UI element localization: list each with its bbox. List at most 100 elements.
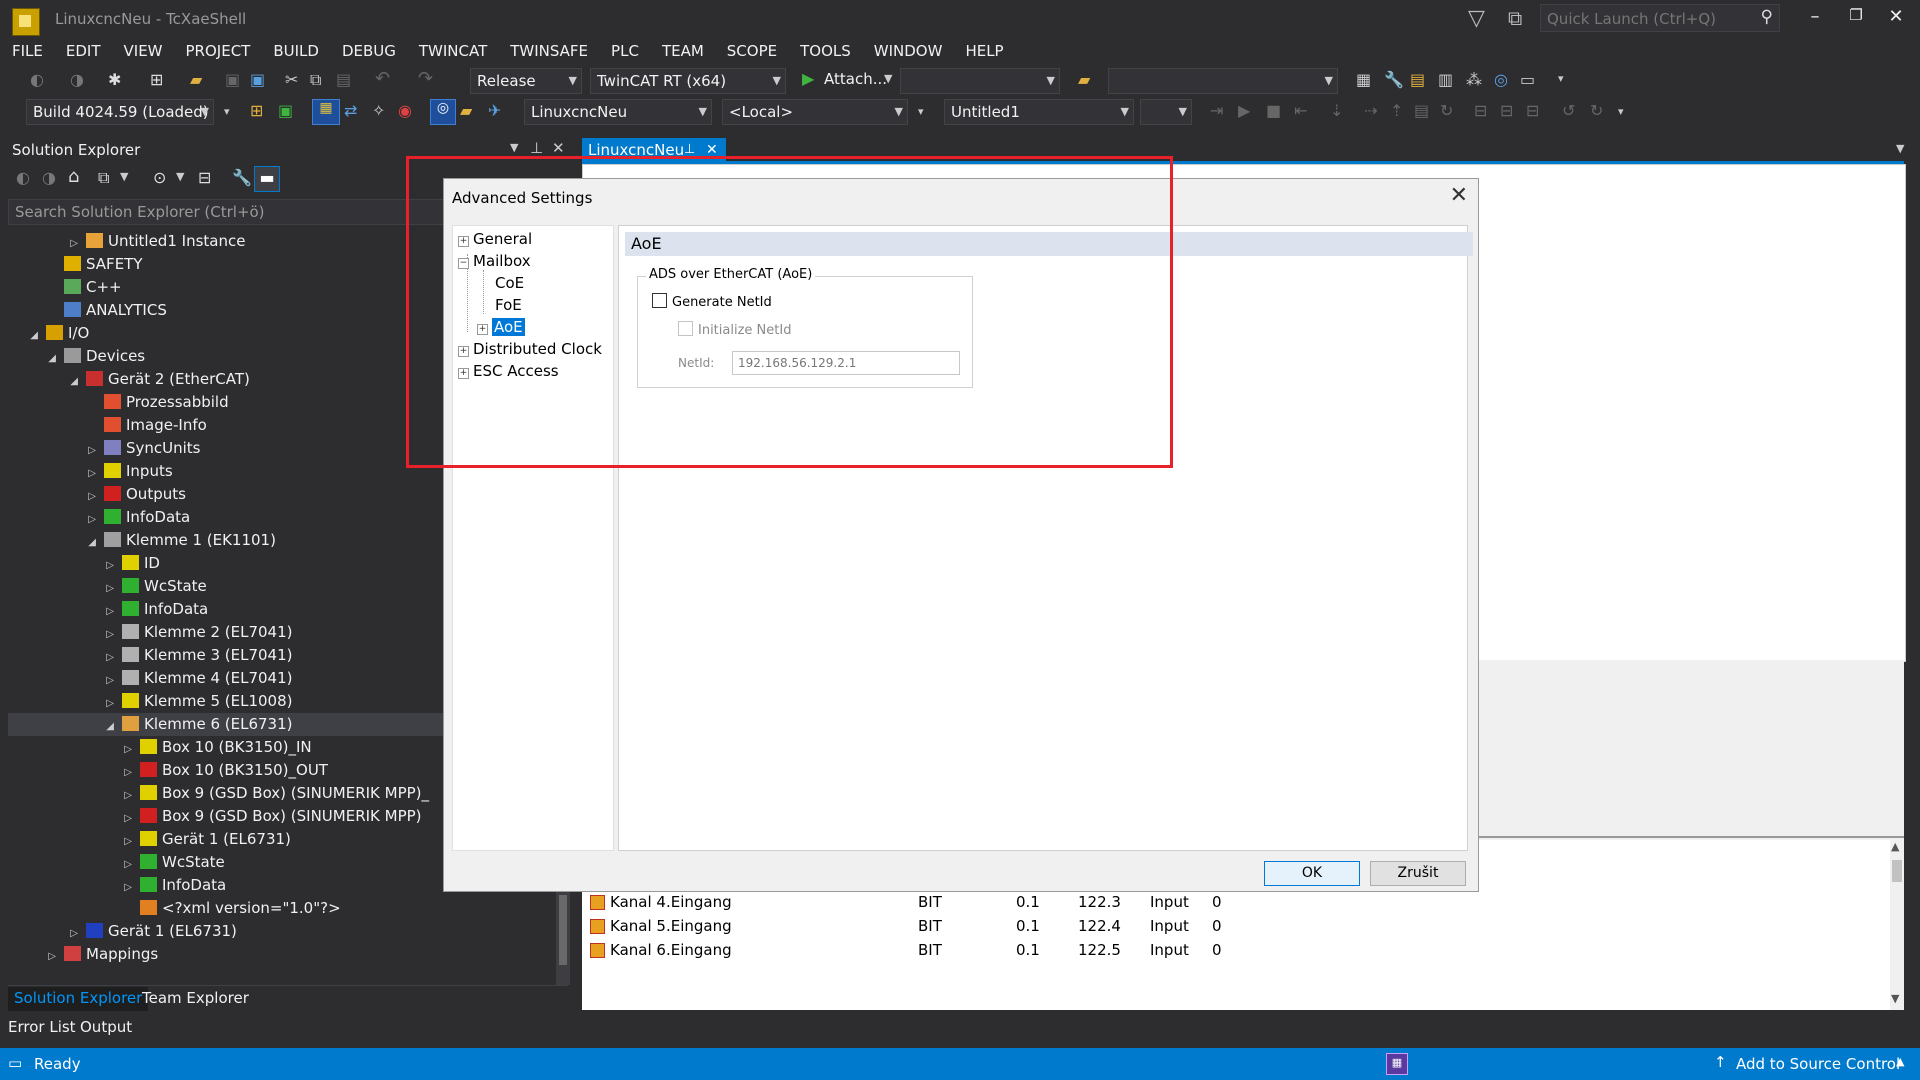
tree-node-toggle[interactable]: ▷ (8, 508, 96, 531)
save-all-icon[interactable]: ▣ (250, 70, 265, 89)
stop-plc-icon[interactable]: ■ (1266, 101, 1281, 120)
tree-scrollbar-thumb[interactable] (559, 895, 567, 965)
cut-icon[interactable]: ✂ (285, 70, 298, 89)
build-dropdown[interactable]: Build 4024.59 (Loaded) ▼ (26, 99, 214, 125)
dialog-close-button[interactable]: ✕ (1450, 183, 1468, 208)
reload-icon[interactable]: ⇄ (344, 101, 357, 120)
tab-error-list[interactable]: Error List (8, 1016, 76, 1038)
switch-views-dropdown-icon[interactable]: ▼ (120, 170, 128, 183)
attach-dropdown-icon[interactable]: ▼ (884, 72, 892, 85)
find-dropdown[interactable]: ▼ (1108, 68, 1338, 94)
tab-solution-explorer[interactable]: Solution Explorer (8, 987, 149, 1011)
tab-output[interactable]: Output (80, 1016, 132, 1038)
undo-plc-icon[interactable]: ↺ (1562, 101, 1575, 120)
toolbar-overflow-icon[interactable]: ▾ (224, 105, 230, 118)
tree-node-toggle[interactable]: ▷ (8, 692, 114, 715)
collapse-all-icon[interactable]: ⊟ (198, 168, 211, 187)
paste-icon[interactable]: ▤ (336, 70, 351, 89)
undo-icon[interactable]: ↶ (375, 68, 390, 89)
menu-build[interactable]: BUILD (261, 40, 330, 64)
notifications-icon[interactable]: ▦ (1386, 1053, 1408, 1075)
ok-button[interactable]: OK (1264, 861, 1360, 886)
new-project-icon[interactable]: ✱ (108, 70, 121, 89)
doc-list-icon[interactable]: ▼ (1896, 142, 1904, 155)
pin-icon[interactable]: ⊥ (530, 139, 543, 157)
tree-node-toggle[interactable]: ▷ (8, 439, 96, 462)
redo-icon[interactable]: ↷ (418, 68, 433, 89)
reset-icon[interactable]: ↻ (1440, 101, 1453, 120)
tree-node-toggle[interactable]: ▷ (8, 554, 114, 577)
menu-tools[interactable]: TOOLS (788, 40, 862, 64)
scroll-down-icon[interactable]: ▼ (1891, 992, 1899, 1005)
configuration-dropdown[interactable]: Release ▼ (470, 68, 582, 94)
login-icon[interactable]: ⇥ (1210, 101, 1223, 120)
write-values-icon[interactable]: ⊟ (1474, 101, 1487, 120)
tree-node-toggle[interactable]: ▷ (8, 232, 78, 255)
step-into-icon[interactable]: ⇣ (1330, 101, 1343, 120)
browser-icon[interactable]: ◎ (1494, 70, 1508, 89)
find-icon[interactable]: ▰ (1078, 70, 1090, 89)
grid-row[interactable]: Kanal 5.Eingang BIT 0.1 122.4 Input 0 (582, 914, 1882, 938)
scroll-up-icon[interactable]: ▲ (1891, 840, 1899, 853)
target-overflow-icon[interactable]: ▾ (918, 105, 924, 118)
copy-icon[interactable]: ⧉ (310, 70, 321, 90)
home-icon[interactable]: ⌂ (68, 166, 79, 187)
tree-node-toggle[interactable]: ▷ (8, 738, 132, 761)
panel-menu-icon[interactable]: ▼ (510, 141, 518, 154)
toolbox2-icon[interactable]: ▥ (1438, 70, 1453, 89)
tree-node-toggle[interactable]: ▷ (8, 646, 114, 669)
tree-node-toggle[interactable]: ◢ (8, 370, 78, 393)
menu-help[interactable]: HELP (953, 40, 1014, 64)
menu-window[interactable]: WINDOW (862, 40, 954, 64)
tree-node-toggle[interactable]: ◢ (8, 715, 114, 738)
se-back-icon[interactable]: ◐ (16, 168, 30, 187)
team-icon[interactable]: ⁂ (1466, 70, 1482, 89)
release-values-icon[interactable]: ⊟ (1526, 101, 1539, 120)
grid-scrollbar[interactable]: ▲ ▼ (1890, 840, 1904, 1010)
attach-target-dropdown[interactable]: ▼ (900, 68, 1060, 94)
grid-scroll-thumb[interactable] (1892, 860, 1902, 882)
redo-plc-icon[interactable]: ↻ (1590, 101, 1603, 120)
tree-node-toggle[interactable]: ◢ (8, 324, 38, 347)
attach-button[interactable]: Attach... (824, 70, 887, 88)
tree-node-toggle[interactable]: ▷ (8, 784, 132, 807)
toolbar2-customize-icon[interactable]: ▾ (1618, 105, 1624, 118)
step-over-icon[interactable]: ⇢ (1364, 101, 1377, 120)
tree-node-toggle[interactable]: ▷ (8, 485, 96, 508)
quick-launch-box[interactable]: ⚲ (1540, 4, 1780, 33)
tree-node[interactable]: ▷ Mappings (8, 943, 556, 966)
plc-instance-dropdown[interactable]: ▼ (1140, 99, 1192, 125)
back-icon[interactable]: ◐ (30, 70, 44, 89)
properties-wrench-icon[interactable]: 🔧 (232, 168, 252, 187)
close-window-button[interactable]: ✕ (1878, 6, 1914, 32)
grid-row[interactable]: Kanal 6.Eingang BIT 0.1 122.5 Input 0 (582, 938, 1882, 962)
pending-dropdown-icon[interactable]: ▼ (176, 170, 184, 183)
menu-scope[interactable]: SCOPE (715, 40, 788, 64)
console-icon[interactable]: ▭ (1520, 70, 1535, 89)
tree-node[interactable]: <?xml version="1.0"?> (8, 897, 556, 920)
stop-icon[interactable]: ◉ (398, 101, 412, 120)
close-panel-icon[interactable]: ✕ (552, 139, 565, 157)
menu-debug[interactable]: DEBUG (330, 40, 407, 64)
se-forward-icon[interactable]: ◑ (42, 168, 56, 187)
save-icon[interactable]: ▣ (225, 70, 240, 89)
cancel-button[interactable]: Zrušit (1370, 861, 1466, 886)
forward-icon[interactable]: ◑ (70, 70, 84, 89)
menu-edit[interactable]: EDIT (54, 40, 112, 64)
activate-config-icon[interactable]: ⊞ (250, 101, 263, 120)
search-icon[interactable]: ⚲ (1761, 7, 1773, 27)
free-run-icon[interactable]: ◎ (430, 99, 456, 125)
step-out-icon[interactable]: ⇡ (1390, 101, 1403, 120)
scan-icon[interactable]: ✧ (372, 101, 385, 120)
tree-node-toggle[interactable]: ▷ (8, 830, 132, 853)
play-icon[interactable]: ▶ (802, 69, 814, 88)
tree-node-toggle[interactable]: ▷ (8, 462, 96, 485)
toggle-icon[interactable]: ✈ (488, 101, 501, 120)
target-dropdown[interactable]: <Local> ▼ (722, 99, 908, 125)
platform-dropdown[interactable]: TwinCAT RT (x64) ▼ (590, 68, 786, 94)
tree-node-toggle[interactable]: ▷ (8, 761, 132, 784)
restart-icon[interactable]: ▣ (278, 101, 293, 120)
tab-team-explorer[interactable]: Team Explorer (142, 987, 249, 1009)
grid-row[interactable]: Kanal 4.Eingang BIT 0.1 122.3 Input 0 (582, 890, 1882, 914)
tree-node-toggle[interactable]: ▷ (8, 922, 78, 945)
